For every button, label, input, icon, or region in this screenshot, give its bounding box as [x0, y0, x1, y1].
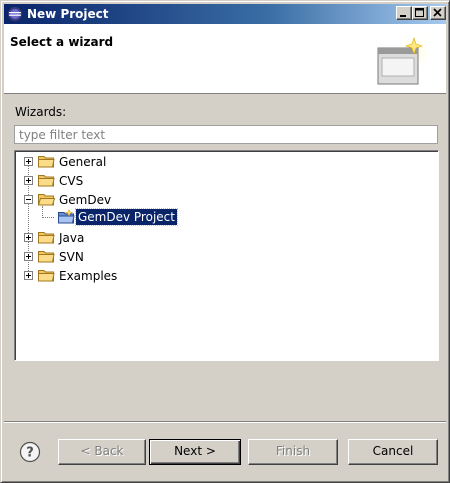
tree-node-label: Examples [59, 269, 118, 283]
tree-node-label: General [59, 155, 107, 169]
page-title: Select a wizard [10, 35, 114, 49]
minimize-button[interactable] [396, 6, 412, 20]
tree-node-label: SVN [59, 250, 84, 264]
window-title: New Project [27, 7, 109, 21]
tree-node-label: GemDev Project [75, 208, 178, 226]
cancel-button[interactable]: Cancel [348, 439, 438, 465]
expand-icon[interactable] [24, 252, 33, 261]
expand-icon[interactable] [24, 176, 33, 185]
folder-icon [38, 173, 55, 190]
folder-icon [38, 249, 55, 266]
help-icon[interactable]: ? [19, 441, 41, 463]
eclipse-app-icon [7, 6, 23, 22]
collapse-icon[interactable] [24, 195, 33, 204]
wizard-filter-input[interactable] [14, 125, 438, 144]
tree-guide-line [42, 217, 54, 218]
wizard-tree[interactable]: General CVS GemDev Java SVN Examples [14, 150, 439, 361]
wizard-banner: Select a wizard [4, 24, 446, 94]
back-button[interactable]: < Back [58, 439, 146, 465]
project-wizard-icon [58, 208, 75, 227]
close-button[interactable] [430, 6, 446, 20]
title-bar[interactable]: New Project [4, 4, 446, 24]
open-folder-icon [37, 192, 56, 209]
new-wizard-banner-icon [374, 32, 434, 95]
next-button[interactable]: Next > [149, 439, 241, 465]
expand-icon[interactable] [24, 271, 33, 280]
expand-icon[interactable] [24, 157, 33, 166]
expand-icon[interactable] [24, 233, 33, 242]
tree-node-label: GemDev [59, 193, 112, 207]
maximize-button[interactable] [412, 6, 428, 20]
folder-icon [38, 230, 55, 247]
tree-node-label: Java [59, 231, 85, 245]
tree-node-label: CVS [59, 174, 84, 188]
folder-icon [38, 154, 55, 171]
folder-icon [38, 268, 55, 285]
button-bar-separator [4, 421, 446, 423]
new-project-dialog: New Project Select a wizard Wizards: typ… [0, 0, 450, 483]
svg-text:?: ? [26, 446, 34, 461]
finish-button[interactable]: Finish [248, 439, 338, 465]
wizards-label: Wizards: [15, 105, 67, 119]
